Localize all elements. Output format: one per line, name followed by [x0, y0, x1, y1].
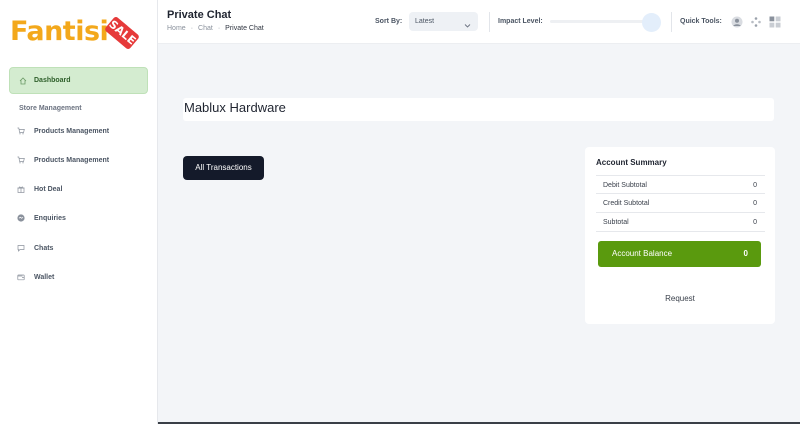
sort-by-label: Sort By:	[375, 18, 403, 25]
summary-row-subtotal: Subtotal 0	[596, 213, 765, 232]
summary-row-value: 0	[753, 219, 757, 226]
sort-by-select[interactable]: Latest	[409, 12, 478, 31]
breadcrumb-current: Private Chat	[225, 25, 264, 32]
summary-row-debit: Debit Subtotal 0	[596, 175, 765, 194]
breadcrumb-chat[interactable]: Chat	[198, 25, 213, 32]
brand-logo[interactable]: Fantisi SALE	[10, 14, 141, 54]
quick-tools-label: Quick Tools:	[680, 18, 722, 25]
request-button[interactable]: Request	[585, 294, 775, 303]
brand-name: Fantisi	[10, 16, 109, 47]
sidebar: Fantisi SALE Dashboard Store Management …	[0, 0, 158, 424]
all-transactions-button[interactable]: All Transactions	[183, 156, 264, 180]
account-balance-value: 0	[743, 249, 748, 258]
breadcrumb: Home · Chat · Private Chat	[167, 25, 264, 32]
sidebar-item-label: Wallet	[34, 273, 55, 281]
impact-level-label: Impact Level:	[498, 18, 543, 25]
gift-icon	[17, 185, 25, 193]
sidebar-item-label: Dashboard	[34, 77, 71, 84]
sidebar-item-hot-deal[interactable]: Hot Deal	[17, 182, 62, 196]
summary-row-label: Debit Subtotal	[603, 182, 647, 189]
store-name: Mablux Hardware	[184, 100, 286, 115]
sidebar-item-dashboard[interactable]: Dashboard	[9, 67, 148, 94]
sidebar-item-label: Enquiries	[34, 214, 66, 222]
breadcrumb-separator: ·	[190, 25, 194, 32]
breadcrumb-home[interactable]: Home	[167, 25, 186, 32]
page-title: Private Chat	[167, 9, 232, 21]
breadcrumb-separator: ·	[217, 25, 221, 32]
sidebar-item-wallet[interactable]: Wallet	[17, 270, 54, 284]
top-header: Private Chat Home · Chat · Private Chat …	[158, 0, 800, 44]
summary-row-credit: Credit Subtotal 0	[596, 194, 765, 213]
wallet-icon	[17, 273, 25, 281]
account-balance-label: Account Balance	[612, 249, 673, 258]
store-banner: Mablux Hardware	[183, 98, 774, 121]
sidebar-item-chats[interactable]: Chats	[17, 241, 53, 255]
summary-row-value: 0	[753, 200, 757, 207]
account-balance-bar: Account Balance 0	[598, 241, 761, 267]
sale-badge: SALE	[103, 15, 141, 51]
sidebar-section-title: Store Management	[19, 105, 82, 112]
account-summary-title: Account Summary	[596, 158, 667, 167]
header-divider	[489, 12, 490, 32]
home-icon	[19, 76, 27, 85]
header-divider	[671, 12, 672, 32]
cart-icon	[17, 127, 25, 135]
summary-row-label: Credit Subtotal	[603, 200, 650, 207]
account-summary-card: Account Summary Debit Subtotal 0 Credit …	[585, 147, 775, 324]
impact-level-slider[interactable]	[550, 20, 645, 23]
sidebar-item-products-management-2[interactable]: Products Management	[17, 153, 109, 167]
sort-by-value: Latest	[415, 18, 435, 25]
sidebar-item-label: Products Management	[34, 156, 110, 164]
message-icon	[17, 214, 25, 222]
sidebar-item-label: Hot Deal	[34, 185, 63, 193]
sidebar-item-label: Chats	[34, 244, 54, 252]
cart-icon	[17, 156, 25, 164]
impact-level-handle[interactable]	[642, 13, 661, 32]
summary-row-label: Subtotal	[603, 219, 629, 226]
summary-row-value: 0	[753, 182, 757, 189]
chevron-down-icon	[464, 18, 471, 28]
sidebar-item-enquiries[interactable]: Enquiries	[17, 211, 66, 225]
sidebar-item-label: Products Management	[34, 127, 110, 135]
sidebar-item-products-management[interactable]: Products Management	[17, 124, 109, 138]
avatar-icon[interactable]	[731, 16, 743, 28]
dots-icon[interactable]	[750, 16, 762, 28]
grid-icon[interactable]	[769, 16, 781, 28]
chat-bubble-icon	[17, 244, 25, 252]
